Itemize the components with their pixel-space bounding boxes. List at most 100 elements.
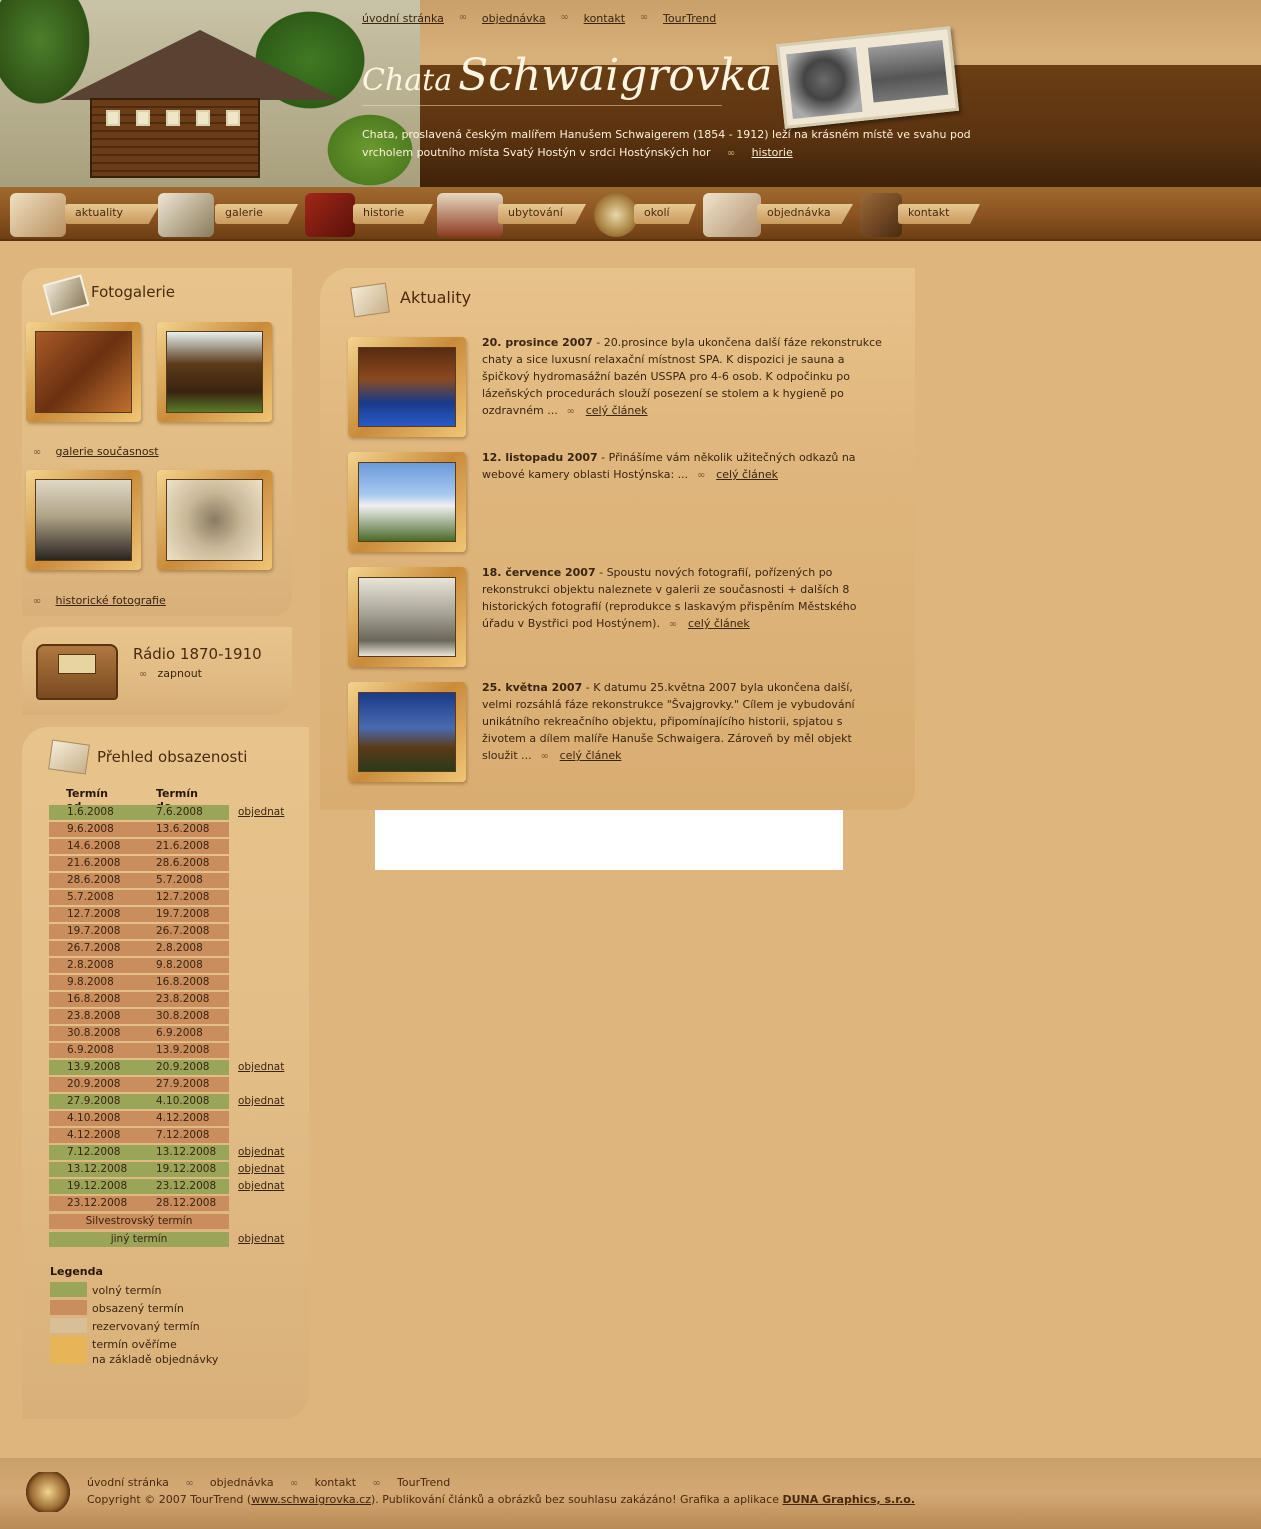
separator-icon: ∞: [185, 1478, 194, 1489]
read-more-link[interactable]: celý článek: [688, 617, 750, 630]
term-to: 28.12.2008: [156, 1197, 217, 1209]
header-description-text: Chata, proslavená českým malířem Hanušem…: [362, 128, 971, 159]
gallery-thumb-historic-2[interactable]: [157, 470, 272, 570]
blank-banner: [375, 810, 843, 870]
news-thumbnail[interactable]: [348, 567, 466, 667]
table-row: 2.8.2008 9.8.2008: [49, 958, 229, 973]
term-to: 16.8.2008: [156, 976, 210, 988]
header: úvodní stránka ∞ objednávka ∞ kontakt ∞ …: [0, 0, 1261, 187]
table-row: 13.9.2008 20.9.2008: [49, 1060, 229, 1075]
table-row: 14.6.2008 21.6.2008: [49, 839, 229, 854]
separator-icon: ∞: [639, 12, 649, 23]
news-thumbnail[interactable]: [348, 337, 466, 437]
top-link-order[interactable]: objednávka: [482, 12, 546, 25]
table-row: 1.6.2008 7.6.2008: [49, 805, 229, 820]
order-link[interactable]: objednat: [238, 1095, 284, 1107]
term-from: 14.6.2008: [67, 840, 121, 852]
footer-link-tourtrend[interactable]: TourTrend: [397, 1476, 450, 1489]
read-more-link[interactable]: celý článek: [586, 404, 648, 417]
radio-toggle[interactable]: zapnout: [158, 667, 202, 680]
header-history-link[interactable]: historie: [752, 146, 793, 159]
gallery-thumb-sauna[interactable]: [26, 322, 141, 422]
table-row: 16.8.2008 23.8.2008: [49, 992, 229, 1007]
duna-graphics-link[interactable]: DUNA Graphics, s.r.o.: [782, 1493, 915, 1506]
order-link[interactable]: objednat: [238, 1061, 284, 1073]
term-to: 23.12.2008: [156, 1180, 217, 1192]
term-to: 23.8.2008: [156, 993, 210, 1005]
gallery-historic-link-row: ∞ historické fotografie: [30, 594, 166, 607]
order-link[interactable]: objednat: [238, 1180, 284, 1192]
papers-icon: [350, 282, 390, 318]
gallery-current-link[interactable]: galerie současnost: [56, 445, 159, 458]
table-row: 7.12.2008 13.12.2008: [49, 1145, 229, 1160]
news-item: 12. listopadu 2007 - Přinášíme vám někol…: [482, 449, 882, 484]
gallery-title: Fotogalerie: [91, 283, 176, 301]
table-row: 5.7.2008 12.7.2008: [49, 890, 229, 905]
term-to: 28.6.2008: [156, 857, 210, 869]
separator-icon: ∞: [138, 669, 148, 680]
order-link[interactable]: objednat: [238, 1146, 284, 1158]
nav-label: historie: [353, 204, 433, 224]
table-row: 4.10.2008 4.12.2008: [49, 1111, 229, 1126]
legend-swatch: [50, 1318, 87, 1333]
radio-icon: [36, 644, 118, 700]
radio-toggle-row: ∞ zapnout: [136, 667, 202, 680]
news-date: 25. května 2007: [482, 681, 583, 694]
cottage-window: [106, 110, 120, 126]
term-from: 9.8.2008: [67, 976, 114, 988]
table-row: 12.7.2008 19.7.2008: [49, 907, 229, 922]
legend-swatch: [50, 1282, 87, 1297]
order-link[interactable]: objednat: [238, 806, 284, 818]
top-link-contact[interactable]: kontakt: [584, 12, 625, 25]
footer-link-contact[interactable]: kontakt: [315, 1476, 356, 1489]
cottage-window: [136, 110, 150, 126]
main-navigation: aktuality galerie historie ubytování oko…: [0, 187, 1261, 241]
order-link[interactable]: objednat: [238, 1233, 284, 1245]
copyright-url-link[interactable]: www.schwaigrovka.cz: [251, 1493, 371, 1506]
separator-icon: ∞: [289, 1478, 299, 1489]
separator-icon: ∞: [726, 148, 736, 159]
term-from: 9.6.2008: [67, 823, 114, 835]
term-label: jiný termín: [110, 1233, 168, 1245]
separator-icon: ∞: [540, 751, 549, 762]
order-link[interactable]: objednat: [238, 1163, 284, 1175]
gallery-thumb-historic-1[interactable]: [26, 470, 141, 570]
read-more-link[interactable]: celý článek: [716, 468, 778, 481]
news-date: 18. července 2007: [482, 566, 596, 579]
term-from: 4.12.2008: [67, 1129, 121, 1141]
term-to: 19.12.2008: [156, 1163, 217, 1175]
term-from: 16.8.2008: [67, 993, 121, 1005]
top-link-home[interactable]: úvodní stránka: [362, 12, 444, 25]
nav-label: galerie: [215, 204, 298, 224]
news-title: Aktuality: [400, 288, 472, 307]
radio-dial: [58, 654, 96, 674]
news-item: 18. července 2007 - Spoustu nových fotog…: [482, 564, 882, 633]
news-thumbnail[interactable]: [348, 452, 466, 552]
cottage-window: [196, 110, 210, 126]
cottage-window: [166, 110, 180, 126]
legend-label-line: rezervovaný termín: [92, 1320, 200, 1333]
footer-link-order[interactable]: objednávka: [210, 1476, 274, 1489]
separator-icon: ∞: [560, 12, 569, 23]
term-from: 6.9.2008: [67, 1044, 114, 1056]
term-from: 2.8.2008: [67, 959, 114, 971]
term-to: 27.9.2008: [156, 1078, 210, 1090]
gallery-historic-link[interactable]: historické fotografie: [56, 594, 166, 607]
read-more-link[interactable]: celý článek: [560, 749, 622, 762]
gallery-thumb-cottage[interactable]: [157, 322, 272, 422]
site-logo[interactable]: Chata Schwaigrovka: [362, 50, 773, 101]
term-to: 13.9.2008: [156, 1044, 210, 1056]
table-row: 9.6.2008 13.6.2008: [49, 822, 229, 837]
term-from: 28.6.2008: [67, 874, 121, 886]
legend-swatch: [50, 1336, 87, 1364]
footer-links: úvodní stránka ∞ objednávka ∞ kontakt ∞ …: [87, 1476, 450, 1489]
cottage-window: [226, 110, 240, 126]
term-to: 6.9.2008: [156, 1027, 203, 1039]
separator-icon: ∞: [566, 406, 575, 417]
news-thumbnail[interactable]: [348, 682, 466, 782]
gallery-current-link-row: ∞ galerie současnost: [30, 445, 159, 458]
radio-title: Rádio 1870-1910: [133, 645, 262, 663]
top-link-tourtrend[interactable]: TourTrend: [663, 12, 716, 25]
term-from: 21.6.2008: [67, 857, 121, 869]
footer-link-home[interactable]: úvodní stránka: [87, 1476, 169, 1489]
